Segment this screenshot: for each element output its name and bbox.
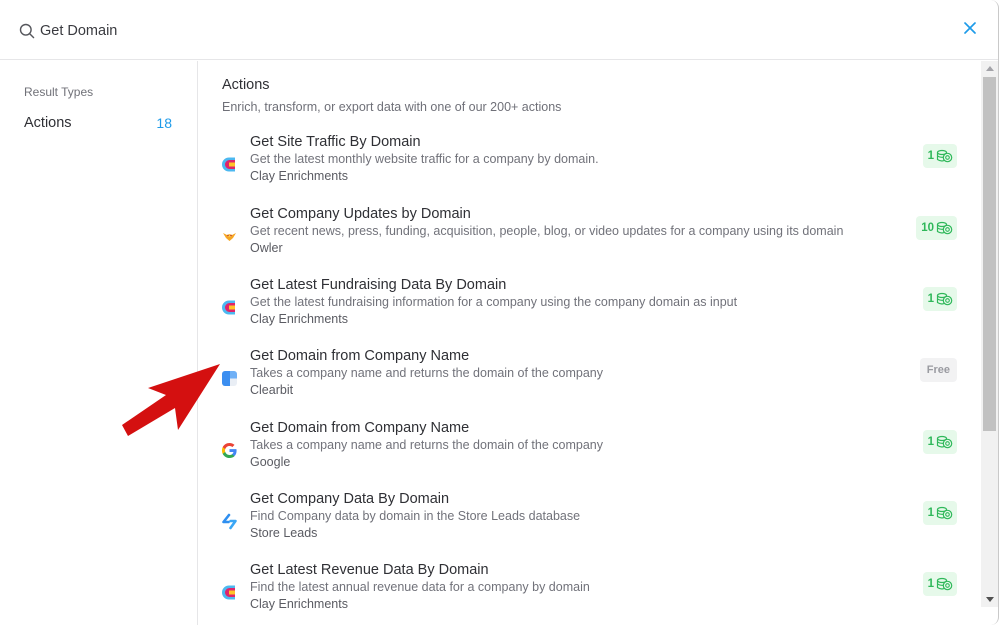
credit-cost-badge: 1	[922, 430, 957, 454]
scroll-up-button[interactable]	[981, 61, 998, 76]
action-item[interactable]: Get Latest Revenue Data By Domain Find t…	[199, 562, 980, 625]
credit-cost-badge: 10	[916, 216, 957, 240]
action-title: Get Latest Fundraising Data By Domain	[250, 277, 507, 293]
action-title: Get Company Data By Domain	[250, 491, 450, 507]
clay-logo-icon	[222, 585, 235, 600]
sidebar-item-label: Actions	[24, 115, 72, 131]
free-badge: Free	[919, 358, 957, 382]
scroll-down-button[interactable]	[981, 592, 998, 607]
action-title: Get Site Traffic By Domain	[250, 134, 421, 150]
sidebar-item-count: 18	[156, 115, 172, 131]
close-icon[interactable]	[961, 19, 979, 37]
credit-cost-badge: 1	[922, 144, 957, 168]
action-description: Takes a company name and returns the dom…	[250, 366, 603, 380]
action-item[interactable]: Get Domain from Company Name Takes a com…	[199, 348, 980, 412]
action-description: Get the latest monthly website traffic f…	[250, 152, 599, 166]
credit-cost: 1	[927, 293, 934, 305]
credit-cost-badge: 1	[922, 287, 957, 311]
action-provider: Owler	[250, 241, 283, 255]
results-list: Actions Enrich, transform, or export dat…	[199, 61, 980, 625]
action-provider: Store Leads	[250, 526, 318, 540]
action-description: Get recent news, press, funding, acquisi…	[250, 224, 844, 238]
coins-icon	[936, 435, 953, 449]
scrollbar[interactable]	[981, 61, 998, 607]
search-bar	[0, 0, 998, 60]
coins-icon	[936, 221, 953, 235]
section-subtitle: Enrich, transform, or export data with o…	[222, 100, 562, 114]
coins-icon	[936, 292, 953, 306]
action-item[interactable]: Get Domain from Company Name Takes a com…	[199, 420, 980, 484]
action-item[interactable]: Get Company Updates by Domain Get recent…	[199, 206, 980, 270]
sidebar-item-actions[interactable]: Actions 18	[24, 113, 172, 133]
credit-cost-badge: 1	[922, 501, 957, 525]
action-title: Get Domain from Company Name	[250, 420, 470, 436]
action-item[interactable]: Get Site Traffic By Domain Get the lates…	[199, 134, 980, 198]
clay-logo-icon	[222, 300, 235, 315]
credit-cost: 1	[927, 436, 934, 448]
result-types-heading: Result Types	[24, 85, 94, 99]
action-provider: Clearbit	[250, 383, 294, 397]
search-modal: Result Types Actions 18 Actions Enrich, …	[0, 0, 999, 625]
clearbit-logo-icon	[222, 371, 237, 386]
scroll-thumb[interactable]	[983, 77, 996, 431]
section-title: Actions	[222, 77, 270, 93]
owler-logo-icon	[223, 233, 236, 241]
search-icon	[19, 23, 35, 39]
coins-icon	[936, 577, 953, 591]
result-types-sidebar: Result Types Actions 18	[0, 61, 198, 625]
action-item[interactable]: Get Latest Fundraising Data By Domain Ge…	[199, 277, 980, 341]
clay-logo-icon	[222, 157, 235, 172]
action-description: Find Company data by domain in the Store…	[250, 509, 581, 523]
action-item[interactable]: Get Company Data By Domain Find Company …	[199, 491, 980, 555]
google-logo-icon	[221, 442, 237, 459]
action-description: Takes a company name and returns the dom…	[250, 438, 603, 452]
credit-cost: 1	[927, 507, 934, 519]
action-title: Get Latest Revenue Data By Domain	[250, 562, 489, 578]
action-title: Get Company Updates by Domain	[250, 206, 471, 222]
coins-icon	[936, 149, 953, 163]
search-input[interactable]	[40, 19, 920, 43]
triangle-up-icon	[985, 66, 994, 71]
coins-icon	[936, 506, 953, 520]
red-arrow-icon	[122, 364, 220, 436]
action-provider: Clay Enrichments	[250, 312, 348, 326]
action-provider: Clay Enrichments	[250, 169, 348, 183]
credit-cost: 10	[921, 222, 934, 234]
action-provider: Google	[250, 455, 291, 469]
action-title: Get Domain from Company Name	[250, 348, 470, 364]
action-provider: Clay Enrichments	[250, 597, 348, 611]
triangle-down-icon	[985, 597, 994, 602]
credit-cost-badge: 1	[922, 572, 957, 596]
action-description: Get the latest fundraising information f…	[250, 295, 738, 309]
credit-cost: 1	[927, 578, 934, 590]
action-description: Find the latest annual revenue data for …	[250, 580, 590, 594]
credit-cost: 1	[927, 150, 934, 162]
storeleads-logo-icon	[222, 513, 237, 530]
